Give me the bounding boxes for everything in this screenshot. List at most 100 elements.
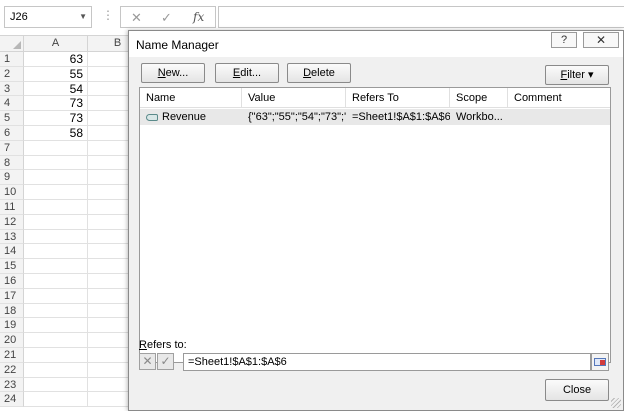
delete-button[interactable]: Delete	[287, 63, 351, 83]
cell-a[interactable]	[24, 333, 88, 348]
new-button-accel: N	[157, 67, 166, 79]
row-header[interactable]: 14	[0, 244, 24, 260]
row-header[interactable]: 23	[0, 377, 24, 393]
enter-formula-icon[interactable]: ✓	[161, 10, 172, 26]
cell-a[interactable]: 73	[24, 111, 88, 126]
cell-a[interactable]	[24, 259, 88, 274]
name-box[interactable]: J26 ▼	[4, 6, 92, 28]
column-header-comment[interactable]: Comment	[508, 88, 612, 108]
cell-a[interactable]	[24, 140, 88, 156]
list-item-value: {"63";"55";"54";"73";"...	[248, 111, 346, 123]
cell-a[interactable]	[24, 185, 88, 200]
column-header-refers-to[interactable]: Refers To	[346, 88, 450, 108]
worksheet-grid: A B 1 63 2 55 3 54 4 73 5 73 6 58 7 8 9 10 11 12 13 14 15 16 1…	[0, 36, 148, 411]
name-tag-icon	[146, 113, 158, 121]
more-options-icon[interactable]: ⋮	[102, 8, 114, 22]
refers-to-label-text: efers to:	[146, 339, 187, 351]
column-header-value[interactable]: Value	[242, 88, 346, 108]
cell-a[interactable]	[24, 273, 88, 289]
cancel-icon[interactable]: ✕	[139, 353, 156, 370]
cell-a[interactable]	[24, 392, 88, 408]
cell-a[interactable]: 55	[24, 66, 88, 82]
cell-a[interactable]	[24, 214, 88, 230]
delete-button-accel: D	[303, 67, 312, 79]
cell-a[interactable]	[24, 155, 88, 171]
list-item-refers-to: =Sheet1!$A$1:$A$6	[352, 111, 450, 123]
formula-input[interactable]	[218, 6, 624, 28]
new-button[interactable]: New...	[141, 63, 205, 83]
refers-to-accel: R	[139, 339, 147, 351]
collapse-dialog-icon[interactable]	[591, 353, 609, 371]
select-all-triangle-icon	[13, 41, 21, 49]
row-header[interactable]: 6	[0, 125, 24, 141]
row-header[interactable]: 7	[0, 140, 24, 156]
cell-a[interactable]: 58	[24, 125, 88, 141]
names-list-header: Name Value Refers To Scope Comment	[140, 88, 610, 108]
column-header-scope[interactable]: Scope	[450, 88, 508, 108]
row-header[interactable]: 11	[0, 199, 24, 215]
list-item-name: Revenue	[162, 111, 207, 123]
refers-to-label: Refers to:	[139, 339, 187, 351]
chevron-down-icon[interactable]: ▼	[79, 12, 87, 21]
cell-a[interactable]	[24, 199, 88, 215]
cell-a[interactable]: 73	[24, 96, 88, 112]
insert-function-icon[interactable]: fx	[193, 10, 204, 24]
new-button-label: ew...	[165, 67, 189, 79]
cell-a[interactable]	[24, 303, 88, 319]
row-header[interactable]: 5	[0, 111, 24, 126]
row-header[interactable]: 9	[0, 170, 24, 186]
name-box-value: J26	[10, 11, 28, 23]
filter-button-label: ilter ▾	[567, 69, 594, 81]
row-header[interactable]: 18	[0, 303, 24, 319]
row-header[interactable]: 3	[0, 81, 24, 97]
name-manager-dialog: Name Manager ? ✕ New... Edit... Delete F…	[128, 30, 624, 411]
row-header[interactable]: 2	[0, 66, 24, 82]
row-header[interactable]: 17	[0, 288, 24, 304]
select-all-button[interactable]	[0, 36, 24, 52]
names-list[interactable]: Name Value Refers To Scope Comment Reven…	[139, 87, 611, 363]
close-icon[interactable]: ✕	[583, 32, 619, 48]
list-item-scope: Workbo...	[456, 111, 503, 123]
row-header[interactable]: 4	[0, 96, 24, 112]
resize-grip-icon[interactable]	[611, 398, 621, 408]
row-header[interactable]: 8	[0, 155, 24, 171]
cancel-formula-icon[interactable]: ✕	[131, 10, 142, 26]
list-item-name-cell: Revenue	[140, 109, 242, 125]
cell-a[interactable]: 63	[24, 52, 88, 67]
cell-a[interactable]	[24, 377, 88, 393]
confirm-icon[interactable]: ✓	[157, 353, 174, 370]
dialog-title: Name Manager	[136, 38, 219, 52]
cell-a[interactable]	[24, 170, 88, 186]
formula-buttons: ✕ ✓ fx	[120, 6, 216, 28]
cell-a[interactable]	[24, 288, 88, 304]
collapse-dialog-marker	[600, 360, 605, 365]
row-header[interactable]: 13	[0, 229, 24, 245]
column-header-a[interactable]: A	[24, 36, 88, 52]
cell-a[interactable]	[24, 229, 88, 245]
row-header[interactable]: 15	[0, 259, 24, 274]
column-header-name[interactable]: Name	[140, 88, 242, 108]
row-header[interactable]: 20	[0, 333, 24, 348]
cell-a[interactable]	[24, 362, 88, 378]
row-header[interactable]: 22	[0, 362, 24, 378]
edit-button-label: dit...	[240, 67, 262, 79]
close-button[interactable]: Close	[545, 379, 609, 401]
row-header[interactable]: 19	[0, 318, 24, 334]
row-header[interactable]: 12	[0, 214, 24, 230]
refers-to-input[interactable]: =Sheet1!$A$1:$A$6	[183, 353, 591, 371]
row-header[interactable]: 24	[0, 392, 24, 408]
cell-a[interactable]	[24, 318, 88, 334]
row-header[interactable]: 16	[0, 273, 24, 289]
row-header[interactable]: 1	[0, 52, 24, 67]
filter-button[interactable]: Filter ▾	[545, 65, 609, 85]
cell-a[interactable]	[24, 244, 88, 260]
dialog-titlebar[interactable]: Name Manager ? ✕	[129, 31, 623, 57]
help-button[interactable]: ?	[551, 32, 577, 48]
cell-a[interactable]	[24, 347, 88, 363]
cell-a[interactable]: 54	[24, 81, 88, 97]
edit-button[interactable]: Edit...	[215, 63, 279, 83]
refers-to-actions: ✕ ✓	[139, 353, 175, 371]
row-header[interactable]: 10	[0, 185, 24, 200]
row-header[interactable]: 21	[0, 347, 24, 363]
list-item[interactable]: Revenue {"63";"55";"54";"73";"... =Sheet…	[140, 109, 610, 125]
